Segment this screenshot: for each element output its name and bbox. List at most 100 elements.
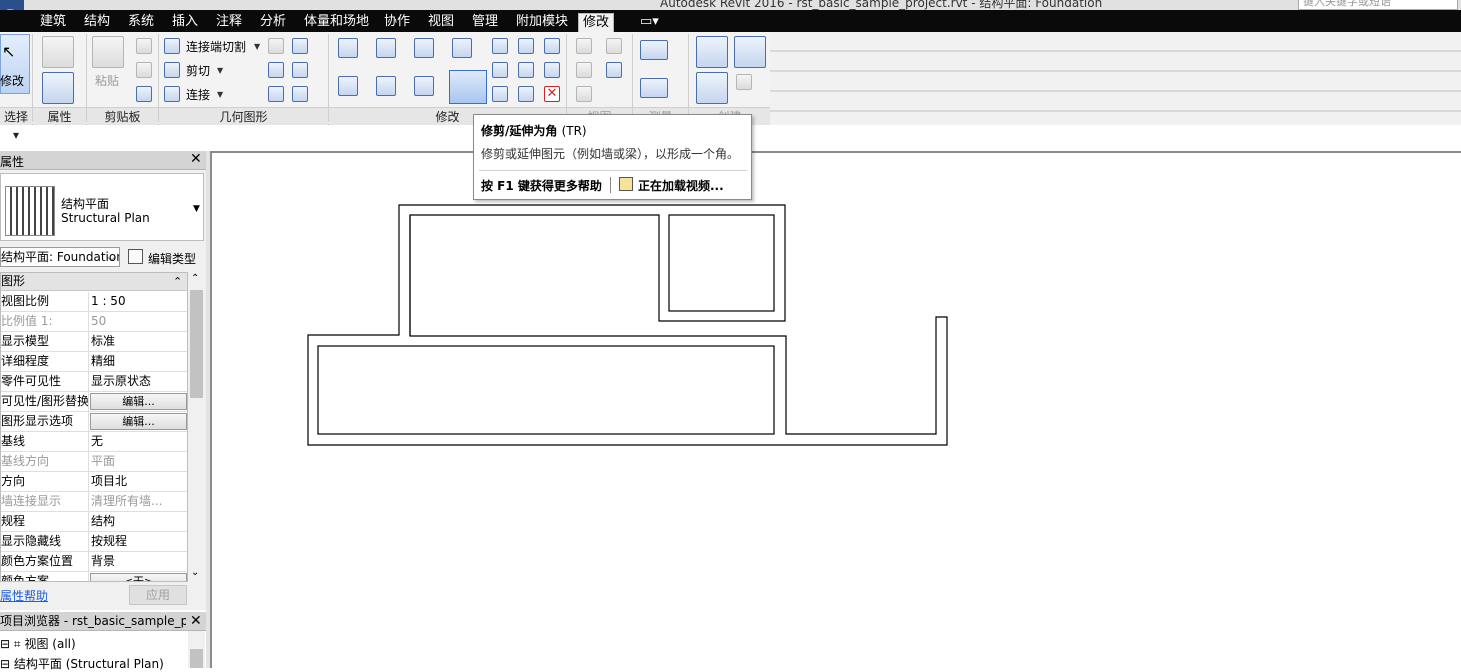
type-selector[interactable]: 结构平面 Structural Plan ▼	[0, 173, 204, 241]
hide-in-view-icon[interactable]	[576, 38, 592, 54]
tab-structure[interactable]: 结构	[80, 13, 114, 32]
tab-contextual-dropdown[interactable]: ▭▾	[636, 13, 663, 32]
chevron-down-icon[interactable]: ▼	[193, 204, 200, 214]
property-row[interactable]: 比例值 1: 50	[1, 312, 187, 332]
aligned-dimension-icon[interactable]	[640, 78, 668, 98]
cut-geometry-icon[interactable]	[164, 62, 180, 78]
property-row[interactable]: 显示隐藏线 按规程	[1, 532, 187, 552]
measure-between-icon[interactable]	[640, 40, 668, 60]
tab-modify[interactable]: 修改	[578, 13, 615, 32]
cope-label[interactable]: 连接端切割	[186, 38, 246, 55]
create-assembly-icon[interactable]	[736, 74, 752, 90]
join-roof-icon[interactable]	[268, 86, 284, 102]
property-row[interactable]: 颜色方案 <无>	[1, 572, 187, 581]
property-row[interactable]: 基线无	[1, 432, 187, 452]
property-edit-button[interactable]: <无>	[90, 573, 187, 581]
trim-extend-multiple-icon[interactable]	[518, 86, 534, 102]
collapse-icon[interactable]: ⌃	[173, 273, 182, 290]
cut-clipboard-icon[interactable]	[136, 38, 152, 54]
scroll-up-icon[interactable]: ⌃	[191, 273, 199, 284]
offset-icon[interactable]	[376, 38, 396, 58]
chevron-down-icon[interactable]: ▼	[254, 42, 260, 51]
drawing-canvas[interactable]	[210, 151, 1461, 668]
override-graphics-icon[interactable]	[606, 38, 622, 54]
demolish-icon[interactable]	[268, 62, 284, 78]
rotate-icon[interactable]	[414, 76, 434, 96]
create-group-icon[interactable]	[696, 36, 728, 68]
paint-icon[interactable]	[292, 62, 308, 78]
align-icon[interactable]	[338, 38, 358, 58]
wall-joins-icon[interactable]	[268, 38, 284, 54]
paste-icon[interactable]	[92, 36, 124, 68]
scrollbar-thumb[interactable]	[190, 290, 203, 398]
split-element-icon[interactable]	[492, 38, 508, 54]
split-with-gap-icon[interactable]	[518, 38, 534, 54]
apply-button[interactable]: 应用	[129, 585, 187, 605]
tab-manage[interactable]: 管理	[468, 13, 502, 32]
scrollbar-thumb[interactable]	[190, 649, 203, 668]
property-edit-button[interactable]: 编辑...	[90, 393, 187, 410]
tab-addins[interactable]: 附加模块	[512, 13, 572, 32]
edit-type-icon[interactable]	[128, 249, 143, 264]
property-row[interactable]: 规程 结构	[1, 512, 187, 532]
match-properties-icon[interactable]	[136, 86, 152, 102]
tab-collaborate[interactable]: 协作	[380, 13, 414, 32]
split-face-icon[interactable]	[292, 38, 308, 54]
create-similar-icon[interactable]	[734, 36, 766, 68]
copy-clipboard-icon[interactable]	[136, 62, 152, 78]
join-label[interactable]: 连接	[186, 86, 210, 103]
move-icon[interactable]	[338, 76, 358, 96]
collapse-icon[interactable]: ⊟	[0, 637, 10, 651]
foundation-plan-drawing[interactable]	[212, 153, 1461, 668]
edit-type-button[interactable]: 编辑类型	[148, 250, 196, 267]
remove-paint-icon[interactable]	[292, 86, 308, 102]
property-row[interactable]: 颜色方案位置 背景	[1, 552, 187, 572]
trim-extend-to-corner-button[interactable]	[449, 70, 487, 104]
copy-icon[interactable]	[376, 76, 396, 96]
array-icon[interactable]	[492, 62, 508, 78]
expand-icon[interactable]: ⊟	[0, 657, 10, 671]
unpin-icon[interactable]	[544, 38, 560, 54]
properties-help-link[interactable]: 属性帮助	[0, 587, 48, 604]
delete-icon[interactable]: ✕	[544, 86, 560, 102]
close-icon[interactable]: ✕	[190, 151, 202, 167]
tab-annotate[interactable]: 注释	[212, 13, 246, 32]
view-filter-icon[interactable]	[576, 86, 592, 102]
tab-massing-site[interactable]: 体量和场地	[300, 13, 373, 32]
mirror-draw-axis-icon[interactable]	[452, 38, 472, 58]
tab-view[interactable]: 视图	[424, 13, 458, 32]
search-input[interactable]: 键入关键字或短语	[1298, 0, 1458, 10]
scale-icon[interactable]	[518, 62, 534, 78]
property-row[interactable]: 墙连接显示 清理所有墙...	[1, 492, 187, 512]
property-row[interactable]: 基线方向 平面	[1, 452, 187, 472]
property-row[interactable]: 图形显示选项 编辑...	[1, 412, 187, 432]
trim-extend-single-icon[interactable]	[492, 86, 508, 102]
chevron-down-icon[interactable]: ▼	[217, 90, 223, 99]
tab-architecture[interactable]: 建筑	[36, 13, 70, 32]
pin-icon[interactable]	[544, 62, 560, 78]
linework-icon[interactable]	[576, 62, 592, 78]
property-row[interactable]: 显示模型 标准	[1, 332, 187, 352]
property-row[interactable]: 视图比例 1 : 50	[1, 292, 187, 312]
property-edit-button[interactable]: 编辑...	[90, 413, 187, 430]
cut-label[interactable]: 剪切	[186, 62, 210, 79]
property-group-header[interactable]: 图形 ⌃	[1, 273, 187, 291]
tab-insert[interactable]: 插入	[168, 13, 202, 32]
properties-scrollbar[interactable]: ⌃ ⌄	[188, 272, 205, 582]
join-icon[interactable]	[164, 86, 180, 102]
instance-filter-select[interactable]: 结构平面: Foundation ⌵	[0, 247, 120, 267]
mirror-pick-axis-icon[interactable]	[414, 38, 434, 58]
tree-item-structural-plans[interactable]: ⊟ 结构平面 (Structural Plan)	[0, 655, 164, 672]
property-row[interactable]: 可见性/图形替换 编辑...	[1, 392, 187, 412]
tab-systems[interactable]: 系统	[124, 13, 158, 32]
property-row[interactable]: 方向 项目北	[1, 472, 187, 492]
scroll-down-icon[interactable]: ⌄	[191, 567, 199, 578]
tab-analyze[interactable]: 分析	[256, 13, 290, 32]
create-parts-icon[interactable]	[696, 72, 728, 104]
cope-icon[interactable]	[164, 38, 180, 54]
panel-label-select[interactable]: 选择 ▾	[0, 107, 32, 142]
property-row[interactable]: 详细程度 精细	[1, 352, 187, 372]
close-icon[interactable]: ✕	[190, 612, 202, 630]
browser-scrollbar[interactable]	[188, 631, 205, 668]
chevron-down-icon[interactable]: ▼	[217, 66, 223, 75]
